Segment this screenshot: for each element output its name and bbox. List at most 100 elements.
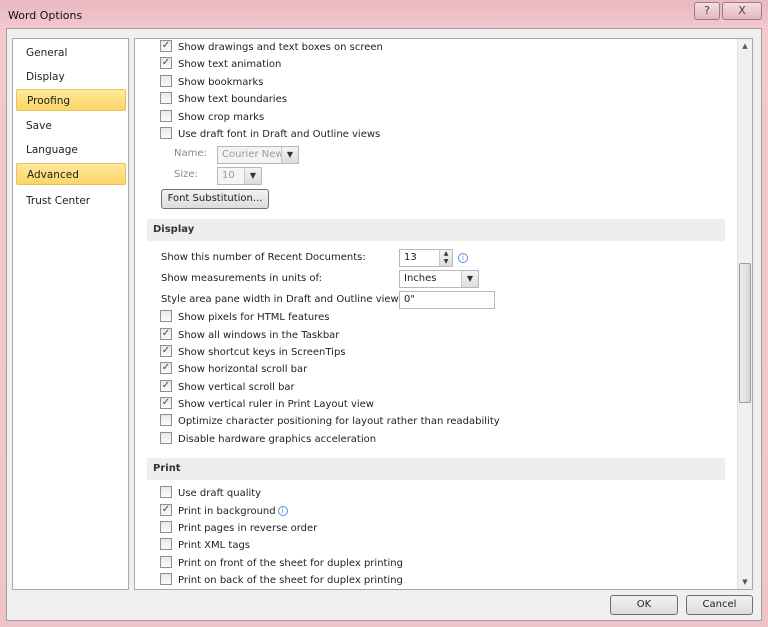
options-pane: ✓ Show drawings and text boxes on screen ✓… xyxy=(134,38,753,590)
draft-font-name-label: Name: xyxy=(174,148,207,159)
checkbox[interactable]: ✓ xyxy=(160,57,172,69)
option-label: Show shortcut keys in ScreenTips xyxy=(178,347,346,358)
option-label: Optimize character positioning for layou… xyxy=(178,416,500,427)
checkbox[interactable]: ✓ xyxy=(160,362,172,374)
option-row[interactable]: Optimize character positioning for layou… xyxy=(160,414,500,431)
spinner-arrows-icon[interactable]: ▲ ▼ xyxy=(439,250,452,266)
sidebar-item-general[interactable]: General xyxy=(16,42,126,64)
sidebar-item-advanced[interactable]: Advanced xyxy=(16,163,126,185)
option-row[interactable]: ✓ Show text animation xyxy=(160,57,282,74)
print-section-header: Print xyxy=(147,458,725,480)
checkbox[interactable]: ✓ xyxy=(160,345,172,357)
chevron-down-icon: ▼ xyxy=(281,147,298,163)
help-button[interactable]: ? xyxy=(694,2,720,20)
option-label: Show text boundaries xyxy=(178,94,287,105)
units-label: Show measurements in units of: xyxy=(161,273,323,284)
checkbox[interactable]: ✓ xyxy=(160,504,172,516)
checkbox[interactable] xyxy=(160,432,172,444)
option-row[interactable]: Use draft font in Draft and Outline view… xyxy=(160,127,381,144)
checkbox[interactable] xyxy=(160,92,172,104)
option-label: Show pixels for HTML features xyxy=(178,312,330,323)
option-row[interactable]: ✓ Show vertical scroll bar xyxy=(160,380,295,397)
option-row[interactable]: ✓ Show drawings and text boxes on screen xyxy=(160,40,383,57)
option-label: Print on front of the sheet for duplex p… xyxy=(178,558,403,569)
sidebar-item-proofing[interactable]: Proofing xyxy=(16,89,126,111)
sidebar-item-save[interactable]: Save xyxy=(16,115,126,137)
option-row[interactable]: Show pixels for HTML features xyxy=(160,310,330,327)
draft-font-size-select[interactable]: 10 ▼ xyxy=(217,167,262,185)
option-label: Print in background xyxy=(178,506,276,517)
checkbox[interactable] xyxy=(160,310,172,322)
option-label: Print on back of the sheet for duplex pr… xyxy=(178,575,403,586)
option-row[interactable]: Print on front of the sheet for duplex p… xyxy=(160,556,403,573)
vertical-scrollbar[interactable]: ▲ ▼ xyxy=(737,39,752,589)
draft-font-name-value: Courier New xyxy=(222,149,284,160)
option-label: Print pages in reverse order xyxy=(178,523,318,534)
checkbox[interactable] xyxy=(160,538,172,550)
option-row[interactable]: Use draft quality xyxy=(160,486,262,503)
units-select[interactable]: Inches ▼ xyxy=(399,270,479,288)
option-label: Show vertical ruler in Print Layout view xyxy=(178,399,374,410)
recent-documents-spinner[interactable]: 13 ▲ ▼ xyxy=(399,249,453,267)
option-row[interactable]: ✓ Show horizontal scroll bar xyxy=(160,362,307,379)
ok-button[interactable]: OK xyxy=(610,595,678,615)
close-button[interactable]: X xyxy=(722,2,762,20)
scroll-up-icon[interactable]: ▲ xyxy=(738,42,752,50)
sidebar: General Display Proofing Save Language Advanc… xyxy=(12,38,129,590)
chevron-down-icon: ▼ xyxy=(461,271,478,287)
checkbox[interactable]: ✓ xyxy=(160,380,172,392)
scroll-down-icon[interactable]: ▼ xyxy=(738,578,752,586)
checkbox[interactable]: ✓ xyxy=(160,40,172,52)
draft-font-name-select[interactable]: Courier New ▼ xyxy=(217,146,299,164)
scrollbar-thumb[interactable] xyxy=(739,263,751,403)
option-row[interactable]: ✓ Show all windows in the Taskbar xyxy=(160,328,340,345)
checkbox[interactable] xyxy=(160,573,172,585)
option-row[interactable]: ✓ Show vertical ruler in Print Layout vie… xyxy=(160,397,374,414)
recent-documents-value: 13 xyxy=(404,252,417,263)
option-label: Show bookmarks xyxy=(178,77,264,88)
option-label: Show text animation xyxy=(178,59,282,70)
option-label: Use draft font in Draft and Outline view… xyxy=(178,129,381,140)
recent-documents-label: Show this number of Recent Documents: xyxy=(161,252,366,263)
option-row[interactable]: Show crop marks xyxy=(160,110,265,127)
draft-font-size-value: 10 xyxy=(222,170,235,181)
checkbox[interactable] xyxy=(160,556,172,568)
option-label: Show vertical scroll bar xyxy=(178,382,295,393)
info-icon: i xyxy=(277,506,288,516)
option-label: Use draft quality xyxy=(178,488,262,499)
sidebar-item-display[interactable]: Display xyxy=(16,66,126,88)
font-substitution-button[interactable]: Font Substitution... xyxy=(161,189,269,209)
cancel-button[interactable]: Cancel xyxy=(686,595,753,615)
draft-font-size-label: Size: xyxy=(174,169,198,180)
checkbox[interactable] xyxy=(160,127,172,139)
option-row[interactable]: Print on back of the sheet for duplex pr… xyxy=(160,573,403,589)
units-value: Inches xyxy=(404,273,437,284)
checkbox[interactable] xyxy=(160,75,172,87)
option-row[interactable]: ✓ Print in background i xyxy=(160,504,288,521)
checkbox[interactable] xyxy=(160,521,172,533)
checkbox[interactable] xyxy=(160,414,172,426)
option-label: Show drawings and text boxes on screen xyxy=(178,42,383,53)
option-label: Disable hardware graphics acceleration xyxy=(178,434,377,445)
option-label: Show all windows in the Taskbar xyxy=(178,330,340,341)
option-row[interactable]: Disable hardware graphics acceleration xyxy=(160,432,377,449)
checkbox[interactable]: ✓ xyxy=(160,397,172,409)
checkbox[interactable] xyxy=(160,110,172,122)
option-label: Print XML tags xyxy=(178,540,251,551)
option-row[interactable]: Print pages in reverse order xyxy=(160,521,318,538)
checkbox[interactable]: ✓ xyxy=(160,328,172,340)
window-title: Word Options xyxy=(8,9,83,22)
sidebar-item-trust-center[interactable]: Trust Center xyxy=(16,190,126,212)
sidebar-item-language[interactable]: Language xyxy=(16,139,126,161)
style-area-input[interactable]: 0" xyxy=(399,291,495,309)
option-row[interactable]: Show text boundaries xyxy=(160,92,287,109)
style-area-label: Style area pane width in Draft and Outli… xyxy=(161,294,408,305)
option-row[interactable]: Print XML tags xyxy=(160,538,251,555)
info-icon: i xyxy=(458,253,468,263)
option-row[interactable]: Show bookmarks xyxy=(160,75,264,92)
option-row[interactable]: ✓ Show shortcut keys in ScreenTips xyxy=(160,345,346,362)
chevron-down-icon: ▼ xyxy=(244,168,261,184)
checkbox[interactable] xyxy=(160,486,172,498)
option-label: Show crop marks xyxy=(178,112,265,123)
display-section-header: Display xyxy=(147,219,725,241)
